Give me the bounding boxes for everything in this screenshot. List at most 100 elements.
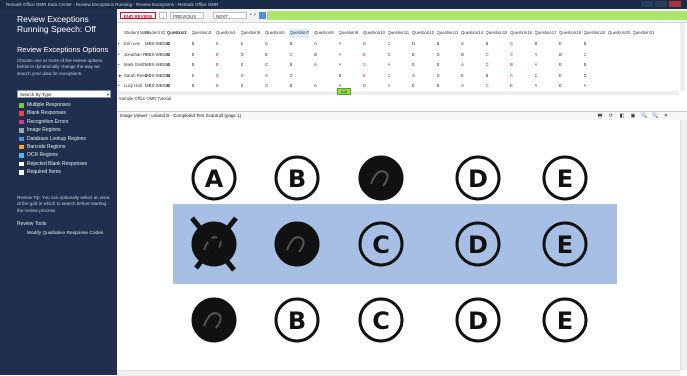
- grid-cell[interactable]: C: [167, 61, 170, 70]
- table-row[interactable]: • Lucy Hall MBS-WB024 E C B E E C B A A D A E B A C E A E A: [117, 82, 679, 91]
- grid-cell[interactable]: A: [314, 61, 317, 70]
- grid-cell[interactable]: E: [559, 82, 562, 91]
- minimize-button[interactable]: [641, 1, 653, 7]
- grid-column-header[interactable]: Question2: [167, 29, 187, 38]
- grid-cell[interactable]: C: [265, 82, 268, 91]
- grid-cell[interactable]: B: [584, 61, 587, 70]
- review-option-item[interactable]: Database Lookup Regions: [19, 135, 115, 143]
- grid-column-header[interactable]: Question9: [339, 29, 359, 38]
- grid-cell[interactable]: C: [363, 61, 366, 70]
- grid-cell[interactable]: D: [437, 51, 440, 60]
- grid-cell[interactable]: B: [584, 40, 587, 49]
- grid-cell[interactable]: Jonathan Pr: [124, 51, 147, 60]
- previous-button[interactable]: PREVIOUS: [170, 12, 204, 19]
- checkbox-icon[interactable]: [19, 136, 24, 142]
- grid-column-header[interactable]: Question16: [510, 29, 532, 38]
- grid-cell[interactable]: A: [535, 82, 538, 91]
- grid-cell[interactable]: A: [339, 40, 342, 49]
- grid-cell[interactable]: Erin Lee: [124, 40, 140, 49]
- grid-cell[interactable]: A: [388, 61, 391, 70]
- grid-cell[interactable]: C: [388, 72, 391, 81]
- grid-cell[interactable]: D: [290, 72, 293, 81]
- answer-bubble[interactable]: [274, 221, 320, 267]
- grid-cell[interactable]: C: [167, 40, 170, 49]
- fit-width-icon[interactable]: ◧: [619, 113, 625, 119]
- viewer-horizontal-scrollbar[interactable]: [117, 370, 680, 376]
- grid-cell[interactable]: D: [437, 72, 440, 81]
- grid-cell[interactable]: A: [510, 72, 513, 81]
- viewer-vertical-scrollbar[interactable]: [680, 120, 687, 370]
- grid-column-header[interactable]: Question7: [289, 29, 310, 38]
- grid-cell[interactable]: E: [363, 72, 366, 81]
- grid-cell[interactable]: E: [192, 72, 195, 81]
- zoom-in-icon[interactable]: 🔍: [641, 113, 647, 119]
- table-row[interactable]: • Jonathan Pr MBS-WB024 E C B E D E C B A E C E D B C C A B C: [117, 51, 679, 60]
- grid-column-header[interactable]: Question15: [486, 29, 508, 38]
- grid-cell[interactable]: C: [584, 51, 587, 60]
- checkbox-icon[interactable]: [19, 170, 24, 175]
- grid-horizontal-scrollbar[interactable]: [117, 91, 679, 95]
- grid-cell[interactable]: B: [486, 40, 489, 49]
- grid-column-header[interactable]: Question12: [412, 29, 434, 38]
- review-option-item[interactable]: Image Regions: [19, 126, 115, 134]
- answer-bubble[interactable]: D: [455, 155, 501, 201]
- grid-column-header[interactable]: Question21: [633, 29, 655, 38]
- grid-cell[interactable]: A: [461, 82, 464, 91]
- grid-cell[interactable]: D: [363, 82, 366, 91]
- end-review-button[interactable]: END REVIEW: [120, 12, 156, 19]
- grid-column-header[interactable]: Question4: [216, 29, 236, 38]
- grid-cell[interactable]: C: [167, 51, 170, 60]
- grid-cell[interactable]: C: [510, 51, 513, 60]
- grid-column-header[interactable]: Question20: [608, 29, 630, 38]
- review-option-item[interactable]: OCR Regions: [19, 151, 115, 159]
- grid-cell[interactable]: D: [167, 72, 170, 81]
- grid-cell[interactable]: C: [535, 72, 538, 81]
- grid-column-header[interactable]: Question6: [265, 29, 285, 38]
- current-answer-cell[interactable]: A,B: [337, 88, 351, 95]
- table-row[interactable]: • Mark Smith MBS-WB024 A C B E E C B A A C A E B A C B A E B: [117, 61, 679, 70]
- answer-bubble[interactable]: D: [455, 297, 501, 343]
- grid-cell[interactable]: E: [216, 40, 219, 49]
- grid-cell[interactable]: Mark Smith: [124, 61, 146, 70]
- answer-bubble[interactable]: [191, 297, 237, 343]
- grid-cell[interactable]: B: [461, 51, 464, 60]
- grid-cell[interactable]: B: [510, 61, 513, 70]
- grid-cell[interactable]: A: [461, 40, 464, 49]
- answer-bubble[interactable]: E: [542, 155, 588, 201]
- grid-cell[interactable]: E: [241, 40, 244, 49]
- checkbox-icon[interactable]: [19, 103, 24, 108]
- grid-cell[interactable]: C: [486, 51, 489, 60]
- grid-column-header[interactable]: Question13: [437, 29, 459, 38]
- grid-vertical-scrollbar[interactable]: [680, 23, 685, 91]
- review-option-item[interactable]: Recognition Errors: [19, 118, 115, 126]
- grid-view-icon[interactable]: [259, 12, 266, 19]
- grid-column-header[interactable]: Question11: [388, 29, 410, 38]
- checkbox-icon[interactable]: [19, 111, 24, 116]
- table-row[interactable]: • Erin Lee MBS-WB024 B C B E E C B A A D C D B A B C B E B: [117, 40, 679, 49]
- checkbox-icon[interactable]: [19, 128, 24, 133]
- grid-cell[interactable]: C: [510, 40, 513, 49]
- answer-bubble[interactable]: A: [191, 155, 237, 201]
- grid-cell[interactable]: E: [216, 51, 219, 60]
- grid-cell[interactable]: A: [388, 82, 391, 91]
- grid-cell[interactable]: A: [314, 82, 317, 91]
- grid-cell[interactable]: C: [388, 51, 391, 60]
- grid-cell[interactable]: E: [363, 51, 366, 60]
- grid-cell[interactable]: C: [265, 40, 268, 49]
- grid-cell[interactable]: C: [216, 72, 219, 81]
- zoom-out-icon[interactable]: 🔍: [652, 113, 658, 119]
- grid-cell[interactable]: B: [192, 82, 195, 91]
- grid-cell[interactable]: A: [265, 72, 268, 81]
- grid-cell[interactable]: B: [192, 61, 195, 70]
- grid-cell[interactable]: B: [192, 51, 195, 60]
- print-icon[interactable]: 🖶: [597, 113, 603, 119]
- grid-column-header[interactable]: Question14: [461, 29, 483, 38]
- grid-cell[interactable]: B: [290, 61, 293, 70]
- grid-cell[interactable]: E: [559, 61, 562, 70]
- table-row[interactable]: ► Sarah Reed MBS-WB024 E D E C D A D B E C A D E B A C E D: [117, 72, 679, 81]
- checkbox-icon[interactable]: [19, 161, 24, 167]
- grid-cell[interactable]: B: [339, 72, 342, 81]
- grid-cell[interactable]: A: [461, 61, 464, 70]
- grid-cell[interactable]: E: [412, 82, 415, 91]
- review-option-item[interactable]: Multiple Responses: [19, 101, 115, 109]
